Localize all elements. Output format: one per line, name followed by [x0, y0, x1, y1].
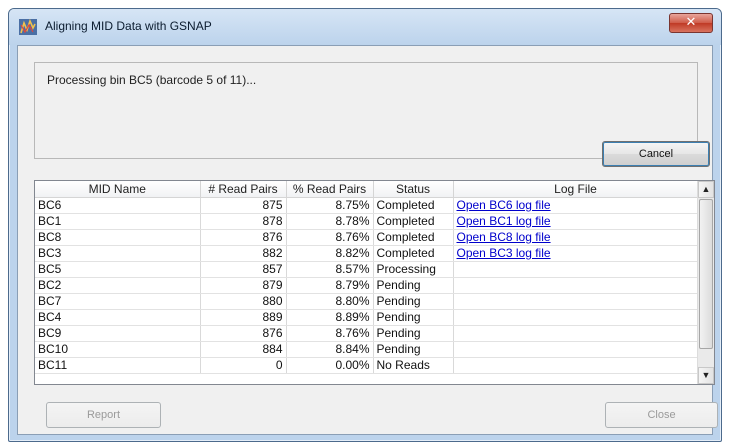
table-row[interactable]: BC2 879 8.79% Pending	[35, 277, 699, 294]
read-pairs-cell: 889	[200, 309, 287, 326]
column-header-read-pairs[interactable]: # Read Pairs	[200, 181, 287, 198]
status-cell: Completed	[373, 245, 454, 262]
vertical-scrollbar[interactable]: ▲ ▼	[697, 181, 714, 384]
percent-read-pairs-cell: 8.80%	[286, 293, 374, 310]
arrow-down-icon[interactable]: ▼	[698, 367, 714, 384]
table-row[interactable]: BC6 875 8.75% Completed Open BC6 log fil…	[35, 197, 699, 214]
read-pairs-cell: 884	[200, 341, 287, 358]
mid-name-cell: BC8	[35, 229, 201, 246]
percent-read-pairs-cell: 8.78%	[286, 213, 374, 230]
log-file-cell: Open BC8 log file	[453, 229, 699, 246]
log-file-cell	[453, 277, 699, 294]
table-header-row: MID Name # Read Pairs % Read Pairs Statu…	[35, 181, 699, 198]
close-icon[interactable]: ✕	[669, 13, 713, 33]
table-row[interactable]: BC5 857 8.57% Processing	[35, 261, 699, 278]
status-cell: Pending	[373, 293, 454, 310]
status-cell: Pending	[373, 277, 454, 294]
mid-results-table[interactable]: MID Name # Read Pairs % Read Pairs Statu…	[34, 180, 715, 385]
log-file-cell	[453, 309, 699, 326]
dialog-window: Aligning MID Data with GSNAP ✕ Processin…	[8, 8, 722, 442]
table-row[interactable]: BC8 876 8.76% Completed Open BC8 log fil…	[35, 229, 699, 246]
log-file-cell: Open BC3 log file	[453, 245, 699, 262]
percent-read-pairs-cell: 8.75%	[286, 197, 374, 214]
mid-name-cell: BC9	[35, 325, 201, 342]
mid-name-cell: BC2	[35, 277, 201, 294]
status-cell: Completed	[373, 197, 454, 214]
status-cell: Completed	[373, 213, 454, 230]
table-row[interactable]: BC3 882 8.82% Completed Open BC3 log fil…	[35, 245, 699, 262]
percent-read-pairs-cell: 8.84%	[286, 341, 374, 358]
percent-read-pairs-cell: 8.82%	[286, 245, 374, 262]
table-row[interactable]: BC10 884 8.84% Pending	[35, 341, 699, 358]
status-cell: Processing	[373, 261, 454, 278]
read-pairs-cell: 879	[200, 277, 287, 294]
percent-read-pairs-cell: 8.89%	[286, 309, 374, 326]
status-cell: Pending	[373, 341, 454, 358]
column-header-percent-read-pairs[interactable]: % Read Pairs	[286, 181, 374, 198]
read-pairs-cell: 878	[200, 213, 287, 230]
close-button[interactable]: Close	[605, 402, 718, 428]
read-pairs-cell: 882	[200, 245, 287, 262]
status-message: Processing bin BC5 (barcode 5 of 11)...	[47, 73, 257, 87]
cancel-button[interactable]: Cancel	[602, 141, 710, 167]
status-panel: Processing bin BC5 (barcode 5 of 11)... …	[34, 62, 710, 167]
mid-name-cell: BC3	[35, 245, 201, 262]
status-cell: No Reads	[373, 357, 454, 374]
log-file-cell: Open BC6 log file	[453, 197, 699, 214]
open-log-link[interactable]: Open BC1 log file	[457, 214, 551, 228]
percent-read-pairs-cell: 0.00%	[286, 357, 374, 374]
read-pairs-cell: 880	[200, 293, 287, 310]
read-pairs-cell: 875	[200, 197, 287, 214]
dna-chart-icon	[19, 19, 37, 35]
mid-name-cell: BC5	[35, 261, 201, 278]
mid-name-cell: BC7	[35, 293, 201, 310]
open-log-link[interactable]: Open BC8 log file	[457, 230, 551, 244]
log-file-cell	[453, 341, 699, 358]
column-header-mid-name[interactable]: MID Name	[35, 181, 201, 198]
read-pairs-cell: 0	[200, 357, 287, 374]
percent-read-pairs-cell: 8.79%	[286, 277, 374, 294]
read-pairs-cell: 876	[200, 229, 287, 246]
mid-name-cell: BC10	[35, 341, 201, 358]
mid-name-cell: BC1	[35, 213, 201, 230]
scrollbar-thumb[interactable]	[699, 199, 713, 349]
log-file-cell	[453, 325, 699, 342]
table-row[interactable]: BC4 889 8.89% Pending	[35, 309, 699, 326]
table-row[interactable]: BC7 880 8.80% Pending	[35, 293, 699, 310]
column-header-status[interactable]: Status	[373, 181, 454, 198]
mid-name-cell: BC6	[35, 197, 201, 214]
status-cell: Pending	[373, 325, 454, 342]
table-row[interactable]: BC1 878 8.78% Completed Open BC1 log fil…	[35, 213, 699, 230]
log-file-cell: Open BC1 log file	[453, 213, 699, 230]
log-file-cell	[453, 357, 699, 374]
dialog-client-area: Processing bin BC5 (barcode 5 of 11)... …	[17, 45, 718, 435]
status-cell: Completed	[373, 229, 454, 246]
open-log-link[interactable]: Open BC3 log file	[457, 246, 551, 260]
percent-read-pairs-cell: 8.76%	[286, 229, 374, 246]
log-file-cell	[453, 293, 699, 310]
percent-read-pairs-cell: 8.76%	[286, 325, 374, 342]
window-title: Aligning MID Data with GSNAP	[45, 19, 212, 33]
table-row[interactable]: BC9 876 8.76% Pending	[35, 325, 699, 342]
report-button[interactable]: Report	[46, 402, 161, 428]
table-row[interactable]: BC11 0 0.00% No Reads	[35, 357, 699, 374]
read-pairs-cell: 876	[200, 325, 287, 342]
read-pairs-cell: 857	[200, 261, 287, 278]
percent-read-pairs-cell: 8.57%	[286, 261, 374, 278]
arrow-up-icon[interactable]: ▲	[698, 181, 714, 198]
column-header-log-file[interactable]: Log File	[453, 181, 699, 198]
title-bar[interactable]: Aligning MID Data with GSNAP ✕	[9, 9, 721, 45]
mid-name-cell: BC11	[35, 357, 201, 374]
open-log-link[interactable]: Open BC6 log file	[457, 198, 551, 212]
mid-name-cell: BC4	[35, 309, 201, 326]
log-file-cell	[453, 261, 699, 278]
status-cell: Pending	[373, 309, 454, 326]
